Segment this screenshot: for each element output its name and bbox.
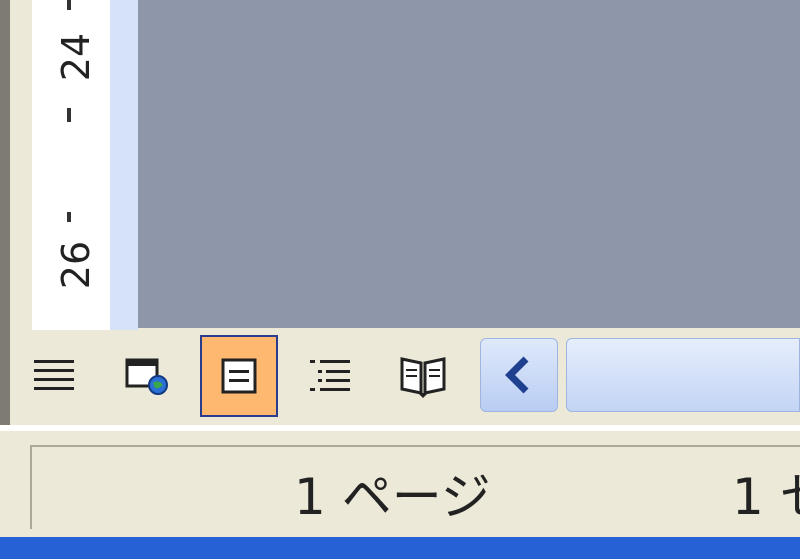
reading-layout-view-button[interactable] (384, 335, 462, 417)
window-left-edge (0, 0, 10, 430)
status-section-count: 1 セ (732, 468, 800, 526)
lines-icon (34, 360, 74, 390)
status-bar: 1 ページ 1 セ (0, 431, 800, 537)
ruler-shade (110, 0, 138, 330)
ruler-tick (67, 108, 71, 122)
ruler-label-26: 26 (54, 240, 98, 290)
chevron-left-icon (505, 356, 529, 394)
vertical-ruler[interactable]: 24 26 (32, 0, 111, 330)
taskbar (0, 537, 800, 559)
status-cell: 1 ページ 1 セ (30, 445, 800, 529)
open-book-icon (400, 357, 446, 398)
web-page-icon (125, 358, 168, 395)
view-toolbar (10, 330, 800, 425)
document-area[interactable] (138, 0, 800, 328)
normal-view-button[interactable] (15, 335, 93, 417)
web-layout-view-button[interactable] (108, 335, 186, 417)
print-layout-view-button[interactable] (200, 335, 278, 417)
outline-icon (310, 360, 350, 391)
ruler-tick (67, 212, 71, 222)
left-margin (10, 0, 32, 330)
status-page-count: 1 ページ (294, 468, 491, 526)
outline-view-button[interactable] (292, 335, 370, 417)
horizontal-scrollbar[interactable] (566, 338, 800, 412)
ruler-label-24: 24 (54, 32, 98, 82)
page-layout-icon (221, 358, 257, 394)
ruler-tick (67, 0, 71, 10)
scroll-left-button[interactable] (480, 338, 558, 412)
